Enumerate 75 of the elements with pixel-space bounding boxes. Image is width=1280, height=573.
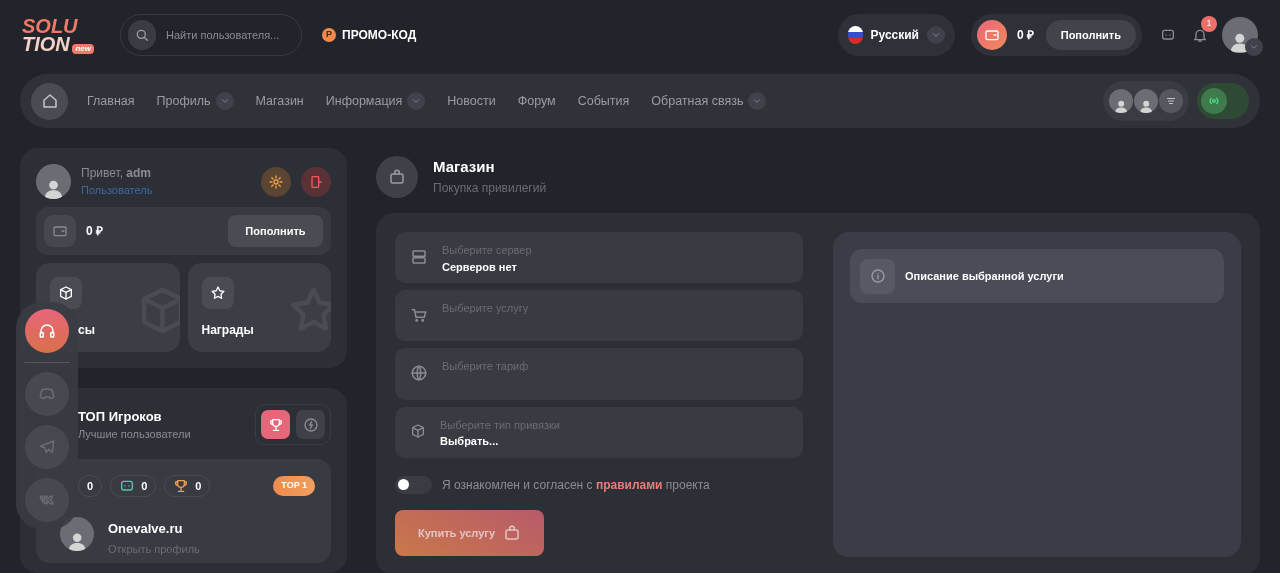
nav-link[interactable]: Главная (87, 91, 135, 111)
star-icon (209, 285, 226, 301)
user-avatar (1134, 89, 1158, 113)
balance-amount: 0 ₽ (1017, 27, 1034, 44)
exit-icon (308, 173, 324, 190)
rules-link[interactable]: правилами (595, 477, 663, 492)
box-icon (58, 285, 74, 301)
chat-icon (119, 478, 136, 494)
notification-badge: 1 (1201, 16, 1217, 32)
paper-plane-icon (38, 438, 56, 456)
menu-tile[interactable]: Награды (187, 263, 331, 352)
gear-icon (268, 173, 284, 190)
tile-label: Награды (201, 322, 254, 339)
shopping-bag-icon (388, 167, 406, 186)
chat-icon (1160, 27, 1176, 43)
trophy-icon (173, 478, 190, 494)
search-icon (134, 27, 150, 43)
list-icon (1165, 95, 1177, 107)
nav-link[interactable]: Информация (325, 91, 426, 111)
chevron-down-icon (219, 96, 230, 106)
trophy-icon (267, 416, 284, 433)
tile-label: сы (78, 322, 95, 339)
home-button[interactable] (31, 82, 68, 120)
nav-link[interactable]: Профиль (156, 91, 234, 111)
nav-link[interactable]: Форум (517, 91, 556, 111)
buy-button[interactable]: Купить услугу (395, 509, 544, 556)
info-icon (869, 268, 886, 284)
player-name: Onevalve.ru (108, 520, 183, 538)
page-subtitle: Покупка привилегий (433, 179, 547, 197)
page-title: Магазин (433, 157, 496, 178)
social-button[interactable] (25, 309, 69, 353)
agreement-text: Я ознакомлен и согласен с правилами проекта (442, 476, 710, 494)
logout-button[interactable] (301, 166, 331, 197)
shopping-bag-icon (503, 523, 522, 542)
wallet-icon (984, 27, 1000, 43)
balance-amount: 0 ₽ (86, 223, 103, 240)
status-toggle[interactable] (1197, 83, 1249, 119)
greeting: Привет, adm (81, 165, 153, 183)
promo-link[interactable]: P ПРОМО-КОД (322, 26, 417, 44)
settings-button[interactable] (261, 166, 291, 197)
nav-link[interactable]: Магазин (255, 91, 304, 111)
cart-icon (410, 306, 428, 325)
user-role: Пользователь (81, 183, 153, 199)
globe-icon (410, 364, 428, 383)
server-icon (410, 248, 428, 266)
chevron-down-icon (931, 30, 941, 40)
chevron-down-icon (1249, 42, 1259, 52)
player-avatar (60, 517, 94, 551)
nav-link[interactable]: Обратная связь (651, 91, 767, 111)
rank-badge: TOP 1 (273, 476, 315, 496)
russian-flag-icon (848, 26, 863, 44)
top-up-button[interactable]: Пополнить (1045, 20, 1136, 50)
box-icon (410, 422, 426, 439)
language-selector[interactable]: Русский (838, 14, 955, 56)
nav-link[interactable]: События (577, 91, 630, 111)
section-title: ТОП Игроков (78, 407, 163, 426)
chevron-down-icon (411, 96, 422, 106)
nav-link[interactable]: Новости (447, 91, 496, 111)
user-avatar (36, 164, 71, 199)
wallet-icon (52, 223, 68, 239)
section-subtitle: Лучшие пользователи (78, 427, 191, 442)
notifications-button[interactable] (1192, 27, 1208, 43)
ranking-tab[interactable] (261, 410, 290, 439)
bolt-icon (302, 416, 319, 433)
chat-button[interactable] (1160, 27, 1176, 43)
headset-icon (38, 322, 56, 340)
user-avatar (1109, 89, 1133, 113)
chevron-down-icon (752, 96, 763, 106)
logo[interactable]: SOLU TION new (22, 17, 92, 53)
bell-icon (1192, 27, 1208, 43)
search-field[interactable]: Найти пользователя... (166, 26, 294, 44)
agree-toggle[interactable] (395, 475, 432, 494)
home-icon (40, 92, 59, 110)
description-title: Описание выбранной услуги (905, 268, 1064, 284)
top-up-button[interactable]: Пополнить (228, 215, 323, 247)
